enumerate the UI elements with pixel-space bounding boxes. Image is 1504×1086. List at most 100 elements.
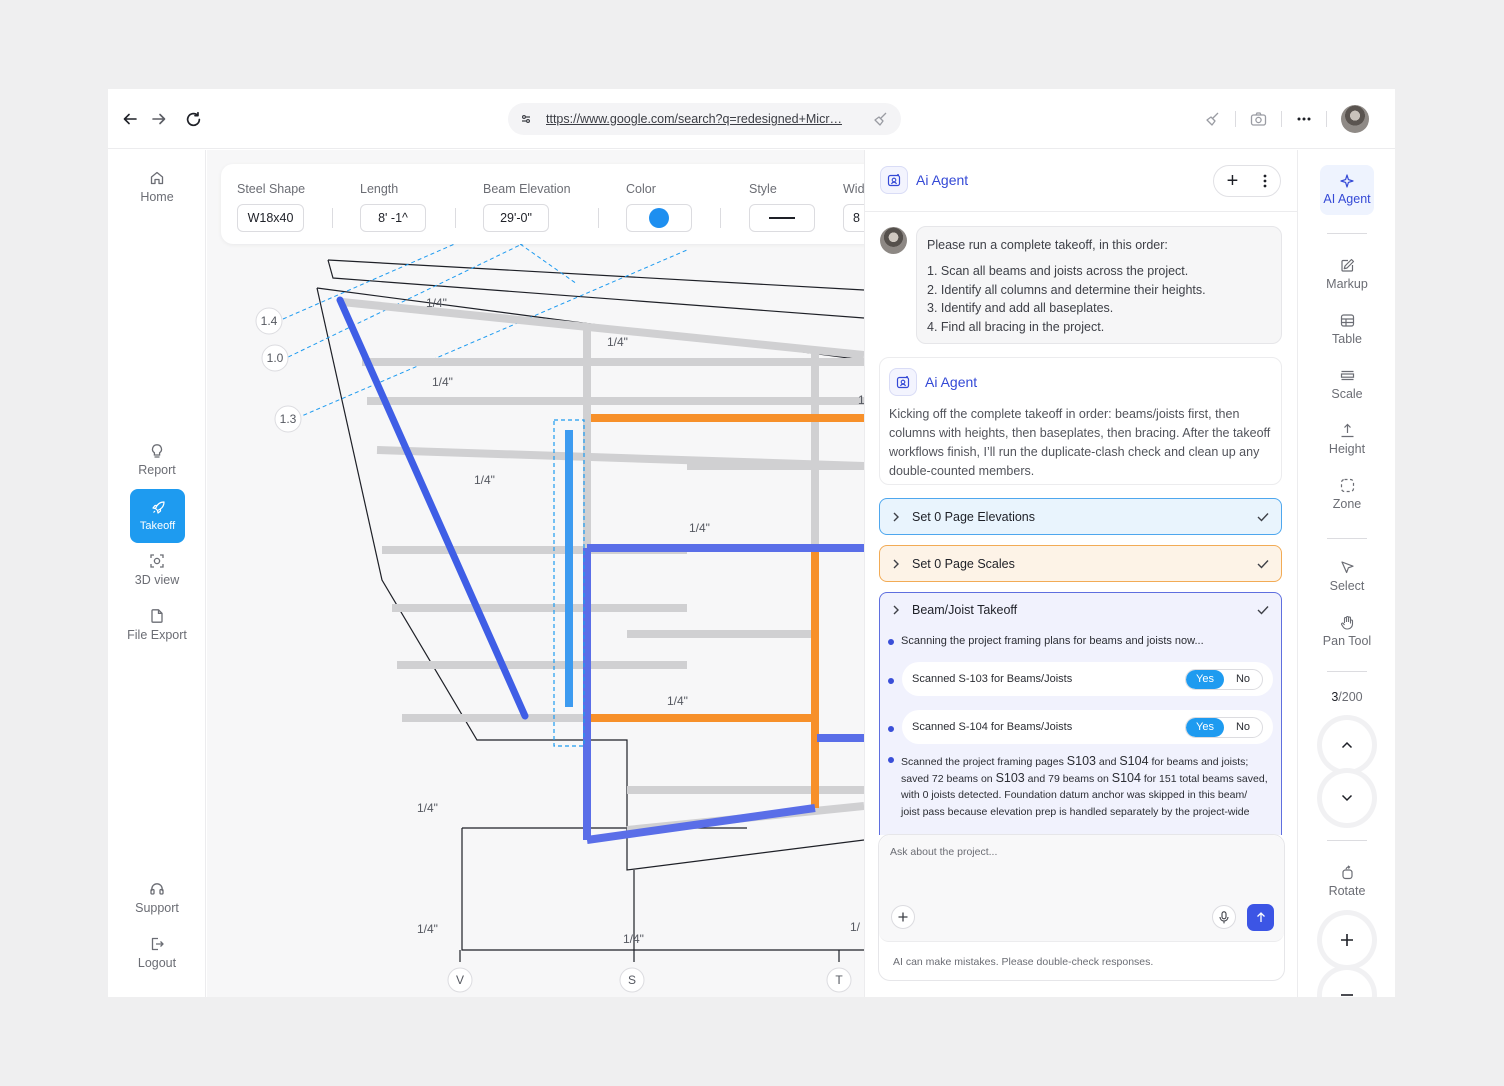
sidebar-item-file-export[interactable]: File Export [108, 608, 206, 642]
prop-beam-elevation: Beam Elevation 29'-0" [483, 182, 571, 232]
voice-input-button[interactable] [1212, 905, 1236, 929]
dim-label: 1/ [850, 920, 861, 934]
site-settings-icon[interactable] [520, 113, 532, 125]
color-swatch [649, 208, 669, 228]
agent-title: Ai Agent [916, 172, 969, 188]
tool-select[interactable]: Select [1298, 560, 1395, 593]
workflow-page-elevations[interactable]: Set 0 Page Elevations [879, 498, 1282, 535]
gray-beams [341, 298, 864, 840]
no-button[interactable]: No [1224, 718, 1262, 737]
extension-broom-icon[interactable] [873, 111, 889, 127]
url-text[interactable]: tttps://www.google.com/search?q=redesign… [546, 112, 863, 126]
elevation-tag[interactable]: 1.3 [280, 412, 297, 426]
back-button[interactable] [118, 107, 142, 131]
no-button[interactable]: No [1224, 670, 1262, 689]
tool-zone[interactable]: Zone [1298, 478, 1395, 511]
elevation-tag[interactable]: 1.4 [261, 314, 278, 328]
attach-button[interactable] [891, 905, 915, 929]
summary-fragment: Scanned the project framing pages [901, 756, 1067, 768]
logout-icon [151, 937, 164, 951]
width-field[interactable]: 8 [843, 204, 864, 232]
framing-plan-drawing[interactable]: 1/4" 1/4" 1/4" 1/4" 1/4" 1/4" 1/4" 1/4" … [207, 150, 864, 997]
sidebar-item-label: File Export [127, 628, 187, 642]
tool-ai-agent[interactable]: AI Agent [1320, 165, 1374, 215]
ai-agent-icon [880, 166, 908, 194]
arrow-right-icon [152, 113, 166, 125]
forward-button[interactable] [147, 107, 171, 131]
elevation-tag[interactable]: 1.0 [267, 351, 284, 365]
length-field[interactable]: 8' -1^ [360, 204, 426, 232]
zoom-out-button[interactable] [1322, 970, 1372, 997]
more-horizontal-icon[interactable] [1296, 111, 1312, 127]
prop-width: Wid 8 [843, 182, 864, 232]
divider [720, 208, 721, 228]
yes-button[interactable]: Yes [1186, 669, 1224, 689]
tool-table[interactable]: Table [1298, 313, 1395, 346]
sidebar-item-report[interactable]: Report [108, 443, 206, 477]
summary-text: Scanned the project framing pages S103 a… [901, 753, 1268, 820]
tool-rotate[interactable]: Rotate [1298, 865, 1395, 898]
sidebar-item-home[interactable]: Home [108, 170, 206, 204]
summary-fragment: saved 72 beams on [901, 773, 996, 786]
line-style-picker[interactable] [749, 204, 815, 232]
sidebar-item-3d-view[interactable]: 3D view [108, 553, 206, 587]
cursor-icon [1340, 561, 1354, 574]
grid-tag[interactable]: T [835, 973, 843, 987]
user-avatar [880, 227, 907, 254]
user-message-intro: Please run a complete takeoff, in this o… [927, 238, 1168, 252]
workflow-header[interactable]: Beam/Joist Takeoff [892, 603, 1269, 617]
ai-agent-icon [889, 368, 917, 396]
divider [1327, 233, 1367, 234]
workflow-page-scales[interactable]: Set 0 Page Scales [879, 545, 1282, 582]
profile-avatar[interactable] [1341, 105, 1369, 133]
yes-button[interactable]: Yes [1186, 717, 1224, 737]
divider [1327, 538, 1367, 539]
check-icon [1257, 559, 1269, 569]
address-bar[interactable]: tttps://www.google.com/search?q=redesign… [508, 103, 901, 135]
composer-input-area[interactable]: Ask about the project... [879, 835, 1284, 942]
grid-tag[interactable]: S [628, 973, 636, 987]
home-icon [150, 171, 164, 185]
chat-composer: Ask about the project... AI can make mis… [878, 834, 1285, 981]
sheet-ref: S103 [995, 771, 1025, 786]
divider [1281, 111, 1282, 127]
tool-height[interactable]: Height [1298, 423, 1395, 456]
broom-icon[interactable] [1205, 111, 1221, 127]
summary-fragment: with 0 joists detected. Foundation datum… [901, 789, 1248, 802]
minus-icon [1341, 994, 1353, 996]
color-picker[interactable] [626, 204, 692, 232]
more-vertical-icon[interactable] [1263, 174, 1267, 188]
bullet [888, 757, 894, 763]
tool-label: Markup [1326, 277, 1368, 291]
list-item: 3. Identify and add all baseplates. [927, 301, 1114, 315]
agent-header: Ai Agent + [865, 150, 1298, 212]
grid-tag[interactable]: V [456, 973, 464, 987]
next-page-button[interactable] [1322, 773, 1372, 823]
prop-label: Style [749, 182, 777, 196]
orange-beams [591, 414, 864, 808]
sidebar-item-label: Support [135, 901, 179, 915]
sidebar-item-support[interactable]: Support [108, 881, 206, 915]
tool-label: Height [1328, 442, 1366, 456]
chevron-up-icon [1341, 741, 1353, 749]
sidebar-item-takeoff[interactable]: Takeoff [130, 489, 185, 543]
camera-icon[interactable] [1250, 111, 1267, 127]
sidebar-item-logout[interactable]: Logout [108, 936, 206, 970]
tool-pan[interactable]: Pan Tool [1298, 615, 1395, 648]
reload-button[interactable] [181, 107, 205, 131]
drawing-canvas[interactable]: 1/4" 1/4" 1/4" 1/4" 1/4" 1/4" 1/4" 1/4" … [207, 150, 864, 997]
previous-page-button[interactable] [1322, 720, 1372, 770]
tool-markup[interactable]: Markup [1298, 258, 1395, 291]
summary-fragment: and [1095, 756, 1120, 768]
chat-input-placeholder[interactable]: Ask about the project... [890, 846, 997, 858]
sheet-ref: S103 [1066, 754, 1096, 768]
zoom-in-button[interactable] [1322, 915, 1372, 965]
tool-scale[interactable]: Scale [1298, 368, 1395, 401]
sheet-ref: S104 [1119, 754, 1149, 768]
prop-style: Style [749, 182, 815, 232]
send-button[interactable] [1247, 904, 1274, 931]
steel-shape-field[interactable]: W18x40 [237, 204, 304, 232]
user-message-steps: 1. Scan all beams and joists across the … [927, 262, 1271, 336]
new-chat-button[interactable]: + [1227, 171, 1239, 191]
beam-elevation-field[interactable]: 29'-0" [483, 204, 549, 232]
